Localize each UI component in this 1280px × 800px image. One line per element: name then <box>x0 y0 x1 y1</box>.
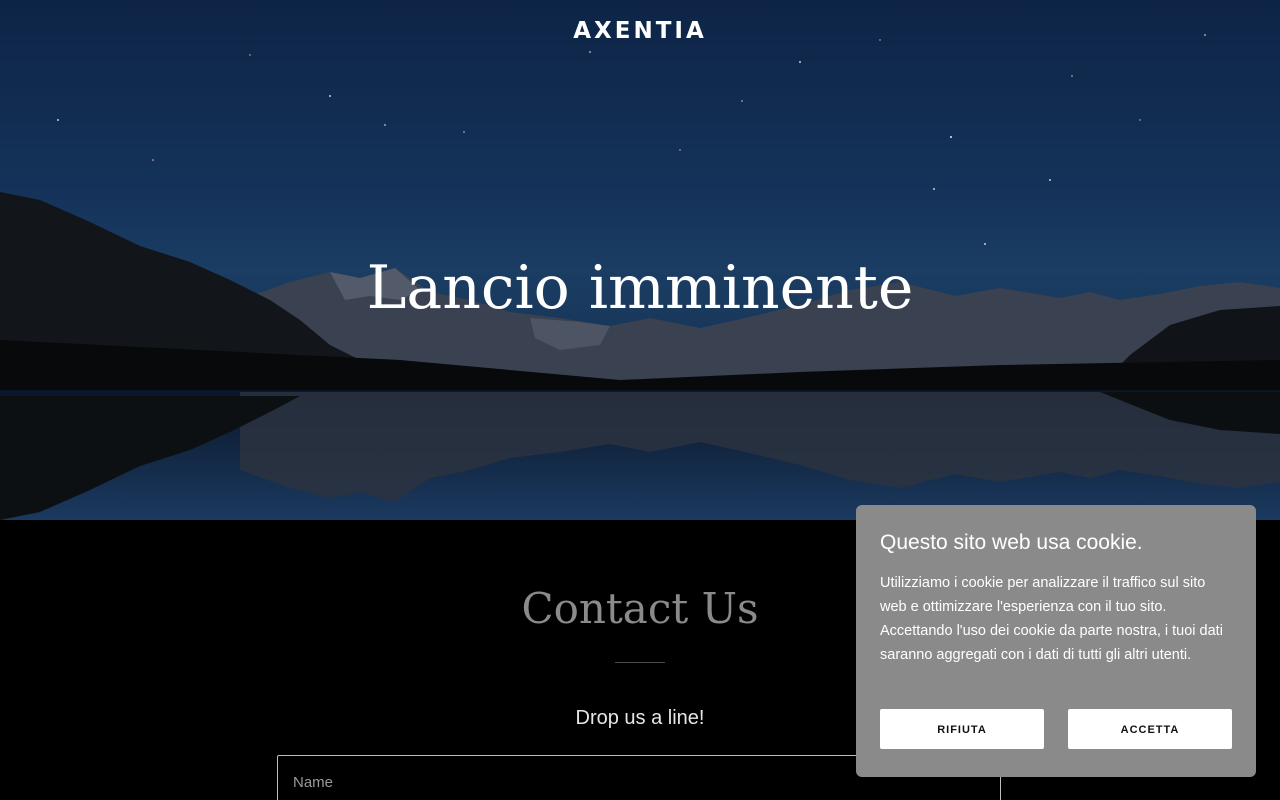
name-placeholder: Name <box>293 774 334 791</box>
cookie-banner: Questo sito web usa cookie. Utilizziamo … <box>856 505 1256 777</box>
accept-cookies-button[interactable]: ACCETTA <box>1068 709 1232 749</box>
contact-divider <box>615 662 665 663</box>
cookie-banner-title: Questo sito web usa cookie. <box>880 531 1143 554</box>
cookie-buttons: RIFIUTA ACCETTA <box>880 709 1232 749</box>
hero-title: Lancio imminente <box>366 253 914 323</box>
page: AXENTIA Lancio imminente Contact Us Drop… <box>0 0 1280 800</box>
hero-section: AXENTIA Lancio imminente <box>0 0 1280 520</box>
brand-logo[interactable]: AXENTIA <box>0 18 1280 44</box>
reject-cookies-button[interactable]: RIFIUTA <box>880 709 1044 749</box>
cookie-banner-text: Utilizziamo i cookie per analizzare il t… <box>880 575 1223 663</box>
